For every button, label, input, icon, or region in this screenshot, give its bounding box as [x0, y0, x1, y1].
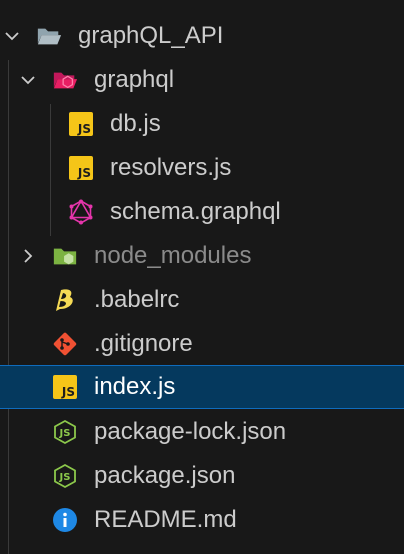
- tree-item-label: resolvers.js: [110, 154, 232, 181]
- clipped-row: [0, 0, 404, 8]
- svg-text:JS: JS: [59, 428, 71, 439]
- tree-item-label: .gitignore: [94, 330, 193, 357]
- graphql-folder-icon: [52, 67, 78, 93]
- js-file-icon: JS: [68, 155, 94, 181]
- tree-item-schema-graphql[interactable]: schema.graphql: [0, 190, 404, 234]
- tree-item-graphql-api-folder[interactable]: graphQL_API: [0, 14, 404, 58]
- tree-item-label: graphQL_API: [78, 22, 224, 49]
- js-file-icon: JS: [68, 111, 94, 137]
- tree-item-label: index.js: [94, 373, 176, 400]
- tree-item-label: db.js: [110, 110, 161, 137]
- node-folder-icon: [52, 243, 78, 269]
- tree-item-label: package.json: [94, 462, 236, 489]
- babel-icon: [52, 287, 78, 313]
- chevron-right-icon[interactable]: [18, 246, 38, 266]
- tree-item-readme-md[interactable]: README.md: [0, 498, 404, 542]
- tree-item-gitignore[interactable]: .gitignore: [0, 322, 404, 366]
- tree-item-db-js[interactable]: JS db.js: [0, 102, 404, 146]
- tree-item-label: README.md: [94, 506, 237, 533]
- chevron-down-icon[interactable]: [2, 26, 22, 46]
- tree-item-babelrc[interactable]: .babelrc: [0, 278, 404, 322]
- svg-text:JS: JS: [59, 472, 71, 483]
- file-explorer: graphQL_API graphql JS db.js JS resolver…: [0, 0, 404, 554]
- tree-item-label: node_modules: [94, 242, 252, 269]
- tree-item-resolvers-js[interactable]: JS resolvers.js: [0, 146, 404, 190]
- folder-open-icon: [36, 23, 62, 49]
- js-file-icon: JS: [52, 374, 78, 400]
- tree-item-label: .babelrc: [94, 286, 180, 313]
- tree-item-label: graphql: [94, 66, 175, 93]
- tree-item-package-json[interactable]: JS package.json: [0, 454, 404, 498]
- graphql-icon: [68, 199, 94, 225]
- nodejs-icon: JS: [52, 463, 78, 489]
- tree-item-node-modules-folder[interactable]: node_modules: [0, 234, 404, 278]
- tree-item-package-lock-json[interactable]: JS package-lock.json: [0, 410, 404, 454]
- tree-item-graphql-folder[interactable]: graphql: [0, 58, 404, 102]
- nodejs-icon: JS: [52, 419, 78, 445]
- info-icon: [52, 507, 78, 533]
- chevron-down-icon[interactable]: [18, 70, 38, 90]
- tree-item-label: schema.graphql: [110, 198, 281, 225]
- git-icon: [52, 331, 78, 357]
- tree-item-index-js[interactable]: JS index.js: [0, 365, 404, 409]
- tree-item-label: package-lock.json: [94, 418, 287, 445]
